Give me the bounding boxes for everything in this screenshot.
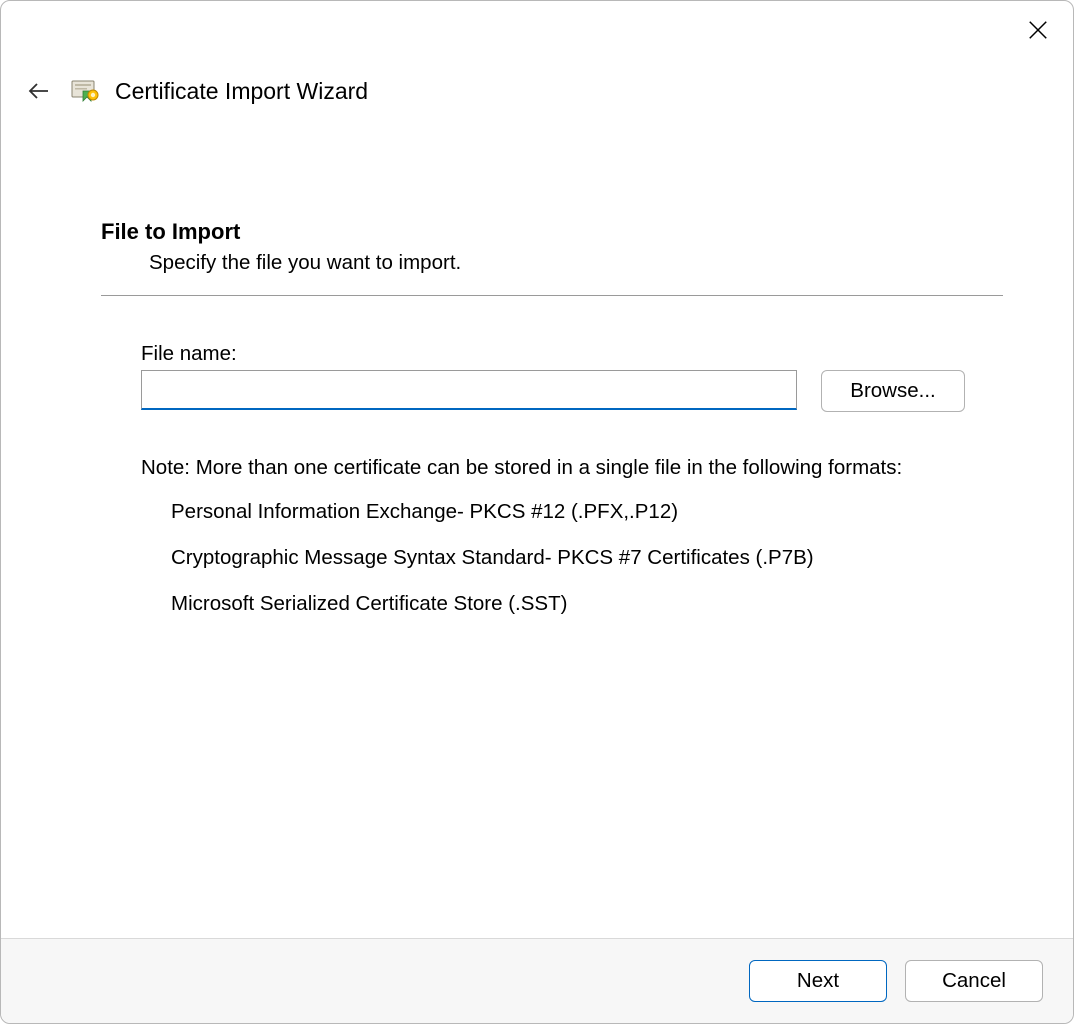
- section-title: File to Import: [101, 219, 1003, 245]
- wizard-window: Certificate Import Wizard File to Import…: [0, 0, 1074, 1024]
- back-button[interactable]: [23, 75, 55, 107]
- form-area: File name: Browse... Note: More than one…: [141, 342, 1003, 638]
- file-name-input[interactable]: [141, 370, 797, 410]
- close-icon: [1027, 19, 1049, 41]
- format-item: Personal Information Exchange- PKCS #12 …: [171, 500, 1003, 524]
- close-button[interactable]: [1025, 17, 1051, 43]
- divider: [101, 295, 1003, 296]
- cancel-button[interactable]: Cancel: [905, 960, 1043, 1002]
- header: Certificate Import Wizard: [1, 1, 1073, 107]
- certificate-wizard-icon: [69, 77, 101, 105]
- format-list: Personal Information Exchange- PKCS #12 …: [171, 500, 1003, 616]
- browse-button[interactable]: Browse...: [821, 370, 965, 412]
- section-subtitle: Specify the file you want to import.: [149, 251, 1003, 275]
- note-text: Note: More than one certificate can be s…: [141, 456, 1003, 480]
- back-arrow-icon: [27, 79, 51, 103]
- input-row: Browse...: [141, 370, 1003, 412]
- next-button[interactable]: Next: [749, 960, 887, 1002]
- footer: Next Cancel: [1, 938, 1073, 1023]
- format-item: Cryptographic Message Syntax Standard- P…: [171, 546, 1003, 570]
- file-name-label: File name:: [141, 342, 1003, 366]
- format-item: Microsoft Serialized Certificate Store (…: [171, 592, 1003, 616]
- wizard-title: Certificate Import Wizard: [115, 78, 368, 105]
- content-area: File to Import Specify the file you want…: [1, 107, 1073, 938]
